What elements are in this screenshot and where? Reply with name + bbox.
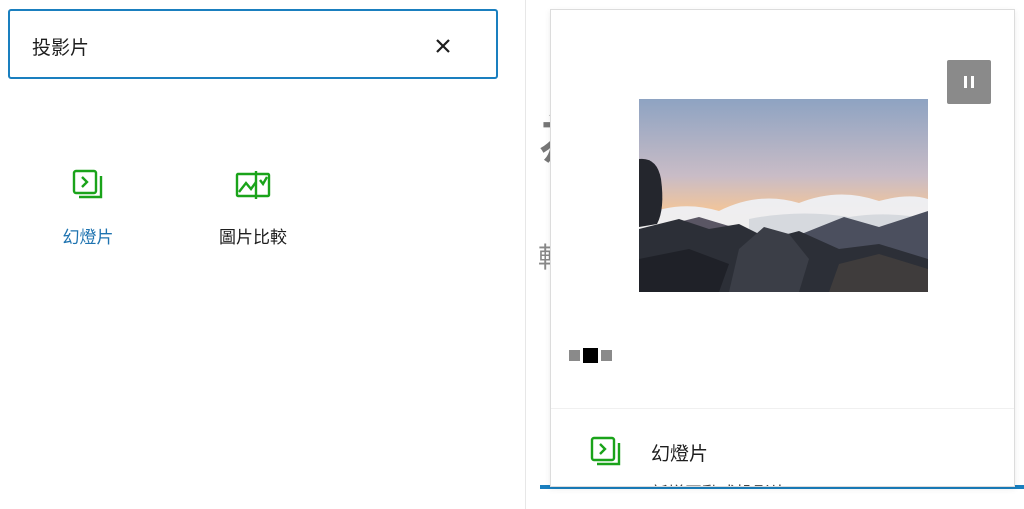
pagination-dot[interactable] — [601, 350, 612, 361]
slideshow-icon — [590, 436, 621, 466]
search-input[interactable] — [32, 31, 412, 61]
block-result-image-compare[interactable]: 圖片比較 — [193, 165, 313, 265]
image-compare-icon — [235, 171, 271, 199]
pagination-dot[interactable] — [569, 350, 580, 361]
mountain-sunset-image — [639, 99, 928, 292]
block-card-description: 新增互動式投影片 — [651, 479, 787, 486]
block-result-label: 圖片比較 — [219, 228, 287, 248]
block-result-slideshow[interactable]: 幻燈片 — [28, 165, 148, 265]
block-inserter-panel: 幻燈片 圖片比較 — [0, 0, 526, 509]
close-icon — [436, 39, 450, 53]
block-preview-popover: 幻燈片 新增互動式投影片 — [550, 9, 1015, 487]
pagination-dot-active[interactable] — [583, 348, 598, 363]
pause-icon — [964, 76, 967, 88]
block-card: 幻燈片 新增互動式投影片 — [551, 408, 1014, 486]
slide-image — [639, 99, 928, 292]
search-box — [8, 9, 498, 79]
slideshow-icon — [72, 169, 103, 199]
pause-button[interactable] — [947, 60, 991, 104]
block-card-title: 幻燈片 — [651, 443, 709, 465]
clear-search-button[interactable] — [428, 31, 458, 61]
block-result-label: 幻燈片 — [62, 228, 114, 248]
slide-pagination — [569, 348, 615, 363]
